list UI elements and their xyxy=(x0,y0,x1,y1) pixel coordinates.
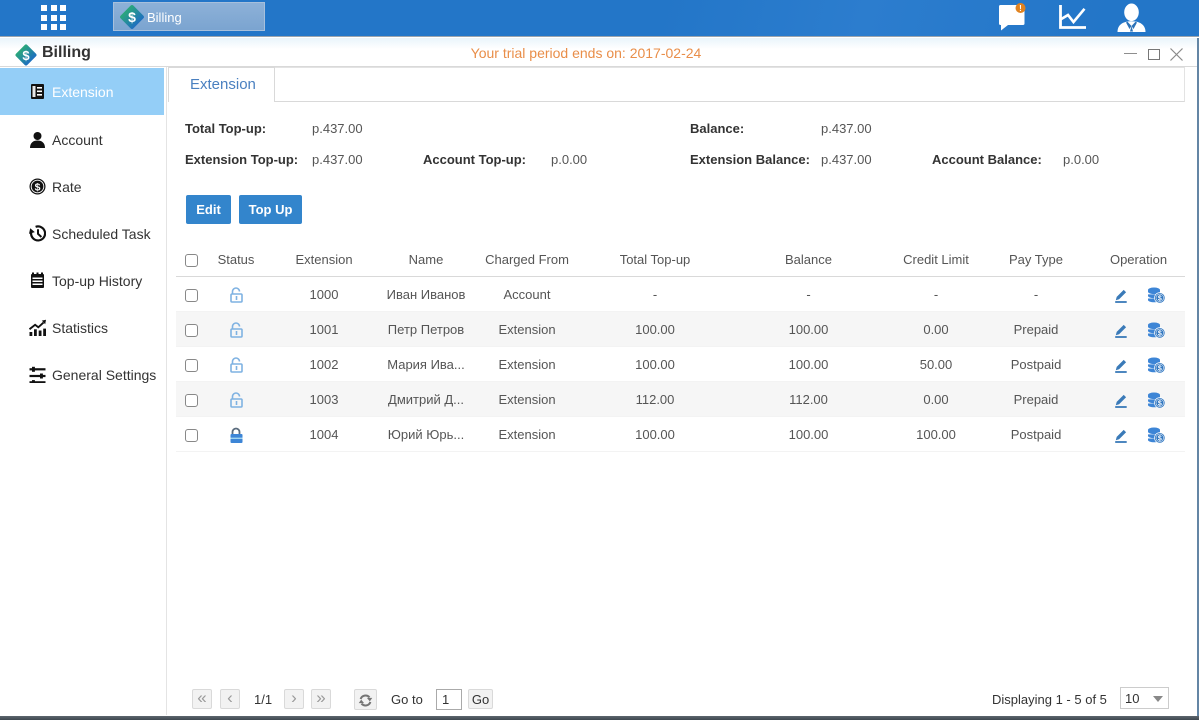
svg-text:$: $ xyxy=(1157,435,1161,442)
svg-text:$: $ xyxy=(1157,295,1161,302)
svg-text:!: ! xyxy=(1019,4,1022,13)
svg-text:$: $ xyxy=(128,9,136,25)
svg-text:$: $ xyxy=(1157,330,1161,337)
svg-text:$: $ xyxy=(35,182,41,194)
svg-text:$: $ xyxy=(1157,365,1161,372)
svg-text:$: $ xyxy=(1157,400,1161,407)
